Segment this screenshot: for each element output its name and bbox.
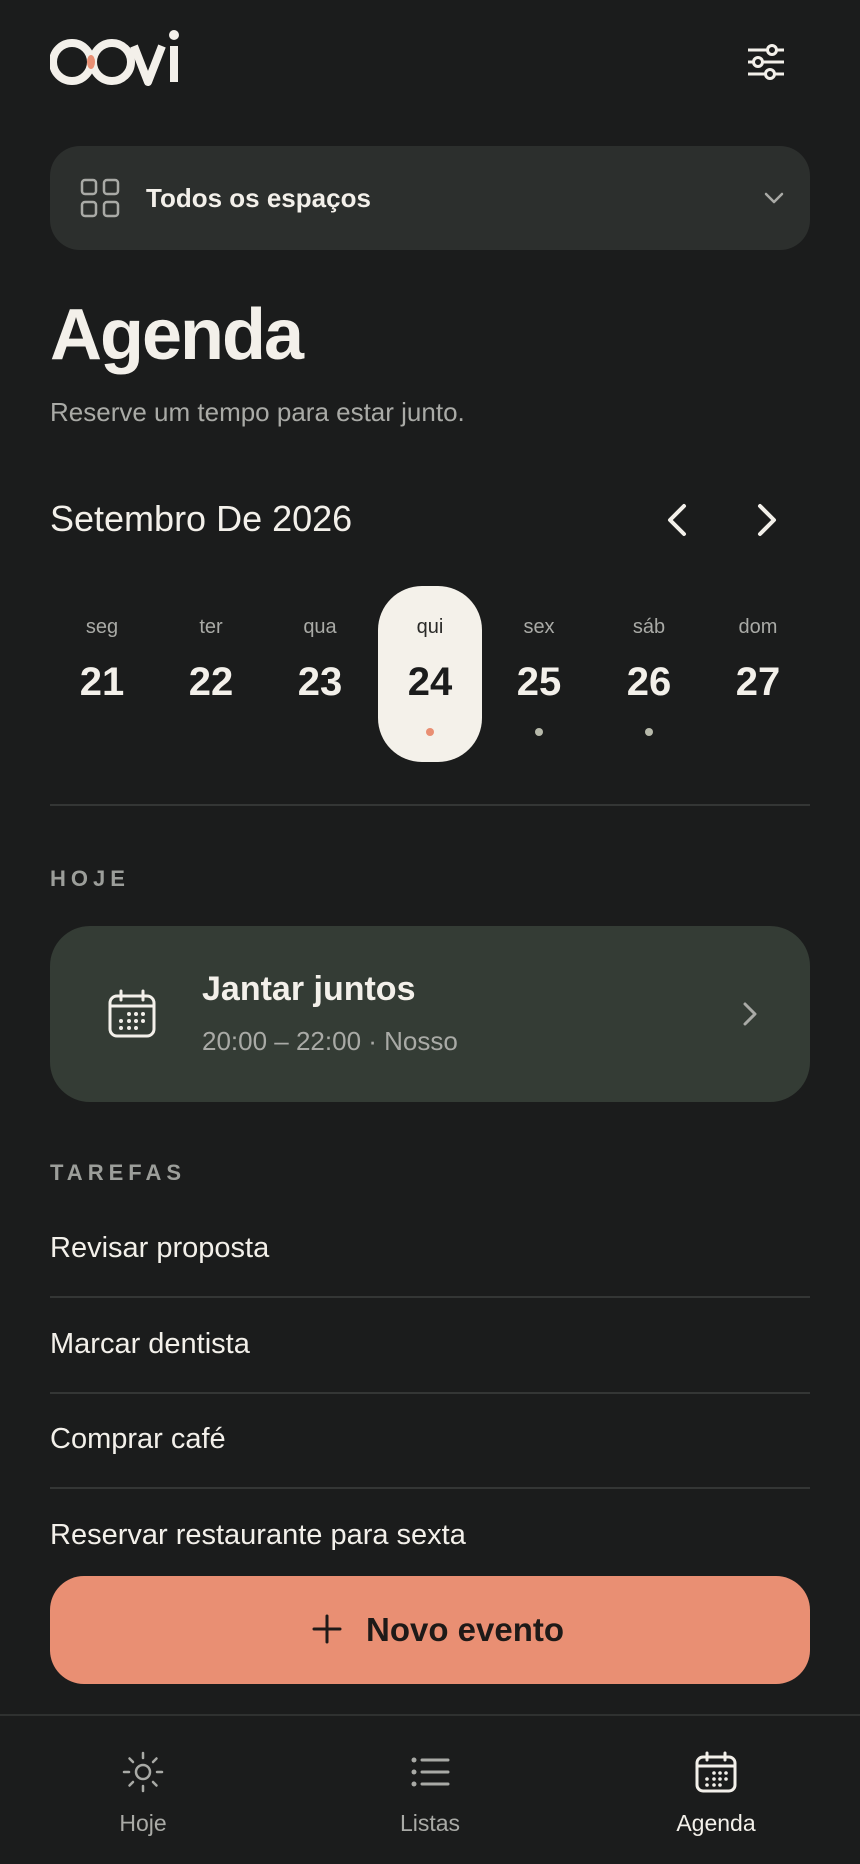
event-dot bbox=[645, 728, 653, 736]
nav-item-listas[interactable]: Listas bbox=[330, 1716, 530, 1864]
chevron-down-icon bbox=[764, 192, 784, 204]
day-name: dom bbox=[738, 616, 778, 638]
task-item[interactable]: Marcar dentista bbox=[50, 1298, 810, 1394]
day-name: sáb bbox=[632, 616, 666, 638]
task-label: Marcar dentista bbox=[50, 1328, 250, 1360]
page-title: Agenda bbox=[50, 295, 304, 375]
plus-icon bbox=[312, 1614, 342, 1644]
week-strip: seg 21 ter 22 qua 23 qui 24 sex 25 sáb 2… bbox=[50, 586, 810, 762]
new-event-label: Novo evento bbox=[366, 1611, 565, 1648]
day-number: 27 bbox=[735, 660, 781, 704]
month-label: Setembro De 2026 bbox=[50, 498, 353, 539]
today-section-label: HOJE bbox=[50, 866, 130, 891]
day-name: qui bbox=[416, 616, 444, 638]
nav-label: Hoje bbox=[119, 1810, 167, 1836]
task-item[interactable]: Reservar restaurante para sexta bbox=[50, 1489, 810, 1585]
event-card[interactable]: Jantar juntos 20:00 – 22:00 · Nosso bbox=[50, 926, 810, 1102]
day-number: 23 bbox=[297, 660, 343, 704]
nav-item-hoje[interactable]: Hoje bbox=[43, 1716, 243, 1864]
task-label: Comprar café bbox=[50, 1423, 226, 1455]
nav-label: Agenda bbox=[676, 1810, 756, 1836]
space-selector[interactable]: Todos os espaços bbox=[50, 146, 810, 250]
app-header bbox=[0, 0, 860, 130]
page-subtitle: Reserve um tempo para estar junto. bbox=[50, 397, 465, 427]
event-title: Jantar juntos bbox=[202, 970, 416, 1008]
nav-label: Listas bbox=[399, 1810, 461, 1836]
day-number: 21 bbox=[79, 660, 125, 704]
day-cell[interactable]: sex 25 bbox=[487, 586, 591, 762]
task-label: Revisar proposta bbox=[50, 1232, 270, 1264]
calendar-icon bbox=[695, 1751, 737, 1793]
event-dot bbox=[426, 728, 434, 736]
task-label: Reservar restaurante para sexta bbox=[50, 1519, 466, 1551]
space-selector-label: Todos os espaços bbox=[146, 183, 371, 213]
chevron-right-icon bbox=[743, 1002, 757, 1026]
event-dot bbox=[535, 728, 543, 736]
grid-icon bbox=[80, 178, 120, 218]
event-time-meta: 20:00 – 22:00 · Nosso bbox=[202, 1026, 458, 1056]
day-name: ter bbox=[199, 616, 223, 638]
day-cell[interactable]: seg 21 bbox=[50, 586, 154, 762]
day-name: sex bbox=[523, 616, 555, 638]
day-number: 25 bbox=[516, 660, 562, 704]
task-item[interactable]: Comprar café bbox=[50, 1393, 810, 1489]
day-cell[interactable]: sáb 26 bbox=[597, 586, 701, 762]
new-event-button[interactable]: Novo evento bbox=[50, 1576, 810, 1684]
calendar-icon bbox=[108, 989, 156, 1038]
chevron-left-icon[interactable] bbox=[658, 498, 698, 542]
sliders-icon[interactable] bbox=[740, 40, 792, 84]
list-icon bbox=[411, 1757, 450, 1787]
day-cell[interactable]: qua 23 bbox=[268, 586, 372, 762]
oovi-logo bbox=[50, 30, 179, 86]
nav-item-agenda[interactable]: Agenda bbox=[616, 1716, 816, 1864]
day-number: 26 bbox=[626, 660, 672, 704]
sun-icon bbox=[122, 1751, 164, 1793]
day-number: 22 bbox=[188, 660, 234, 704]
day-cell[interactable]: qui 24 bbox=[378, 586, 482, 762]
tasks-section-label: TAREFAS bbox=[50, 1160, 187, 1185]
day-name: seg bbox=[85, 616, 119, 638]
day-cell[interactable]: ter 22 bbox=[159, 586, 263, 762]
task-item[interactable]: Revisar proposta bbox=[50, 1202, 810, 1298]
divider bbox=[50, 804, 810, 806]
day-name: qua bbox=[303, 616, 337, 638]
day-number: 24 bbox=[407, 660, 453, 704]
chevron-right-icon[interactable] bbox=[746, 498, 786, 542]
bottom-nav: Hoje Listas Agenda bbox=[0, 1714, 860, 1864]
day-cell[interactable]: dom 27 bbox=[706, 586, 810, 762]
